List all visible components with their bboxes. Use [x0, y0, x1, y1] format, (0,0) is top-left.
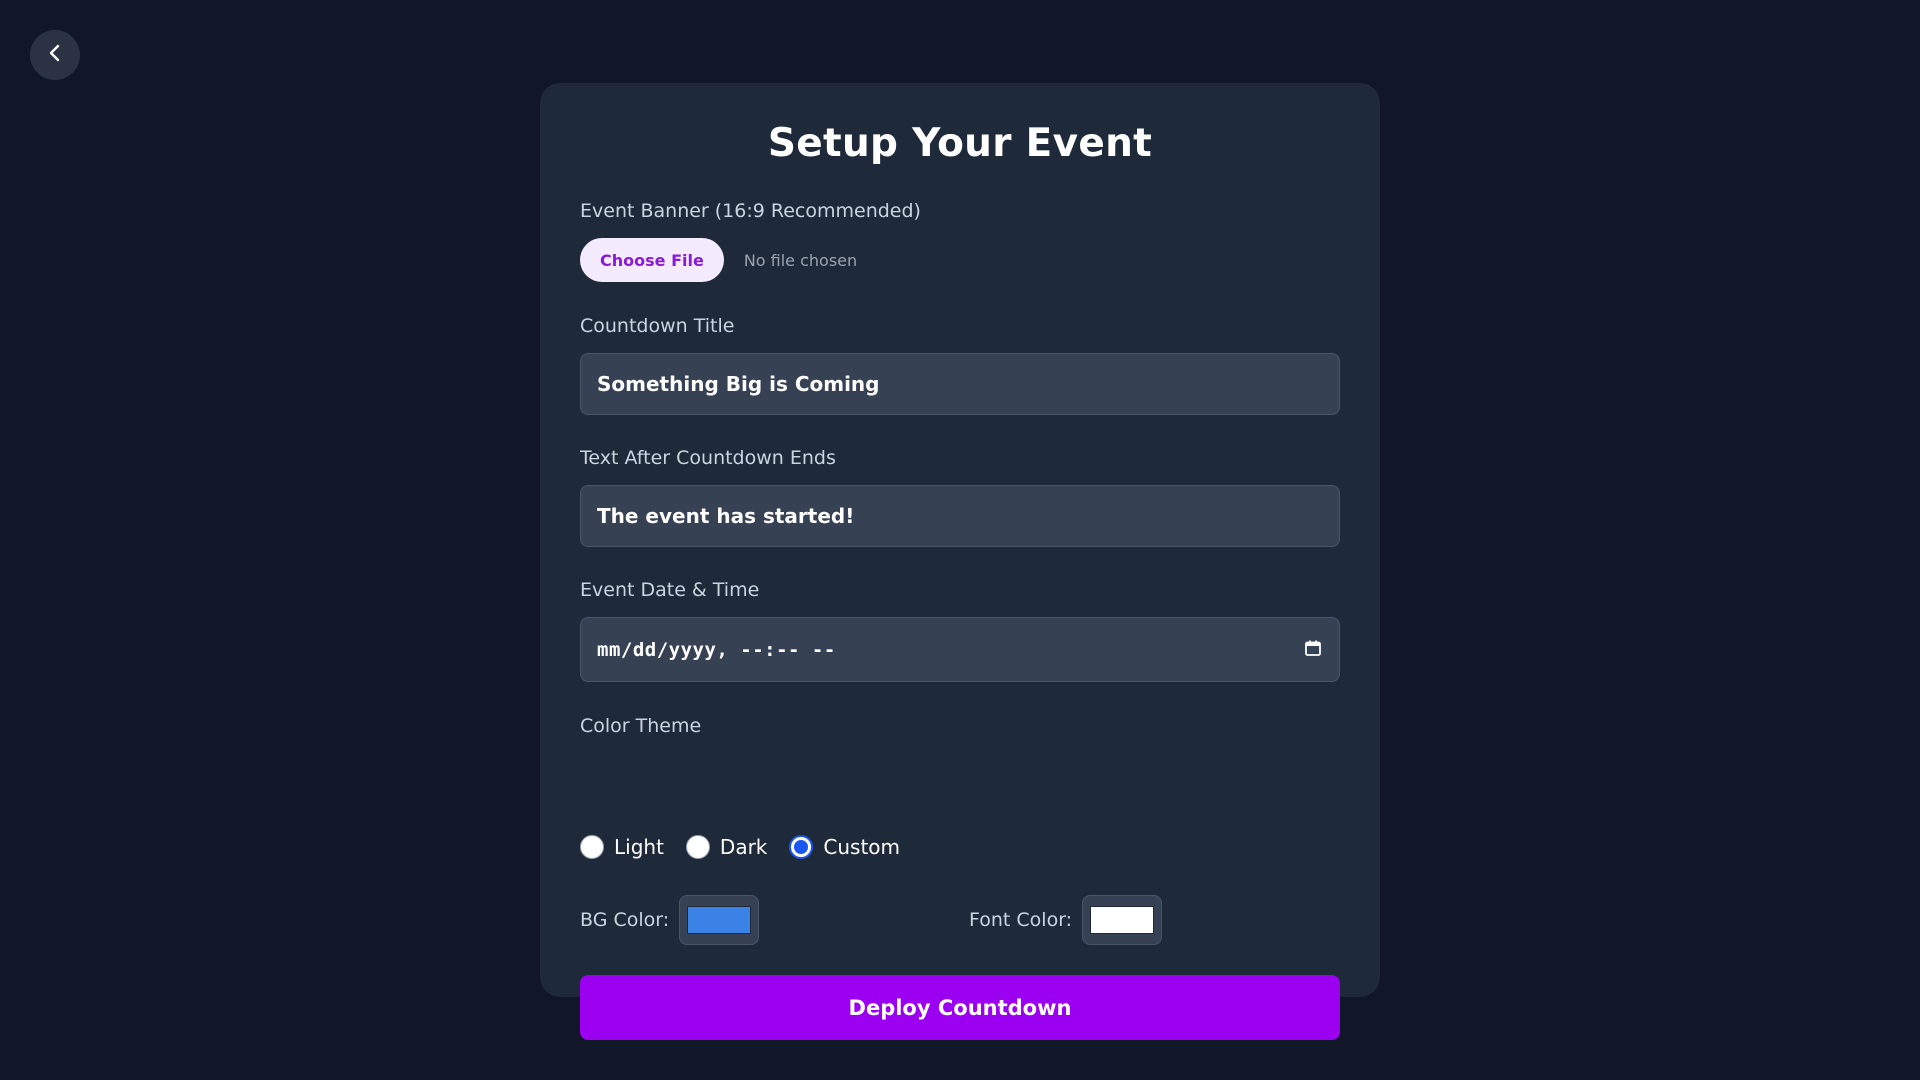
font-color-label: Font Color:: [969, 909, 1073, 931]
datetime-input[interactable]: mm/dd/yyyy, --:-- --: [580, 617, 1340, 682]
bg-color-label: BG Color:: [580, 909, 670, 931]
bg-color-group: BG Color:: [580, 895, 760, 945]
after-text-input[interactable]: The event has started!: [580, 485, 1340, 547]
page-title: Setup Your Event: [767, 121, 1153, 166]
theme-option-custom[interactable]: Custom: [789, 835, 900, 859]
after-text-label: Text After Countdown Ends: [580, 447, 836, 469]
deploy-countdown-button[interactable]: Deploy Countdown: [580, 975, 1340, 1040]
theme-option-label: Light: [614, 835, 664, 859]
color-theme-label: Color Theme: [580, 715, 702, 737]
theme-option-dark[interactable]: Dark: [685, 835, 768, 859]
font-color-group: Font Color:: [969, 895, 1163, 945]
file-status-text: No file chosen: [743, 250, 858, 270]
chevron-left-icon: [44, 42, 66, 68]
event-setup-card: Setup Your Event Event Banner (16:9 Reco…: [540, 83, 1380, 1040]
countdown-title-input[interactable]: Something Big is Coming: [580, 353, 1340, 415]
radio-light[interactable]: [580, 835, 604, 859]
back-button[interactable]: [30, 30, 80, 80]
countdown-title-label: Countdown Title: [580, 315, 735, 337]
theme-option-light[interactable]: Light: [580, 835, 664, 859]
font-color-swatch: [1090, 906, 1155, 934]
calendar-icon[interactable]: [1303, 638, 1323, 662]
bg-color-picker[interactable]: [679, 895, 760, 945]
banner-file-input: Choose File No file chosen: [580, 238, 857, 282]
datetime-label: Event Date & Time: [580, 579, 760, 601]
radio-custom[interactable]: [789, 835, 814, 859]
radio-dark[interactable]: [685, 835, 710, 859]
color-theme-radio-group: Light Dark Custom: [580, 835, 900, 859]
choose-file-button[interactable]: Choose File: [580, 238, 724, 282]
theme-option-label: Dark: [719, 835, 768, 859]
font-color-picker[interactable]: [1082, 895, 1163, 945]
banner-label: Event Banner (16:9 Recommended): [580, 200, 921, 222]
datetime-placeholder: mm/dd/yyyy, --:-- --: [597, 638, 836, 661]
bg-color-swatch: [687, 906, 752, 934]
theme-option-label: Custom: [823, 835, 901, 859]
